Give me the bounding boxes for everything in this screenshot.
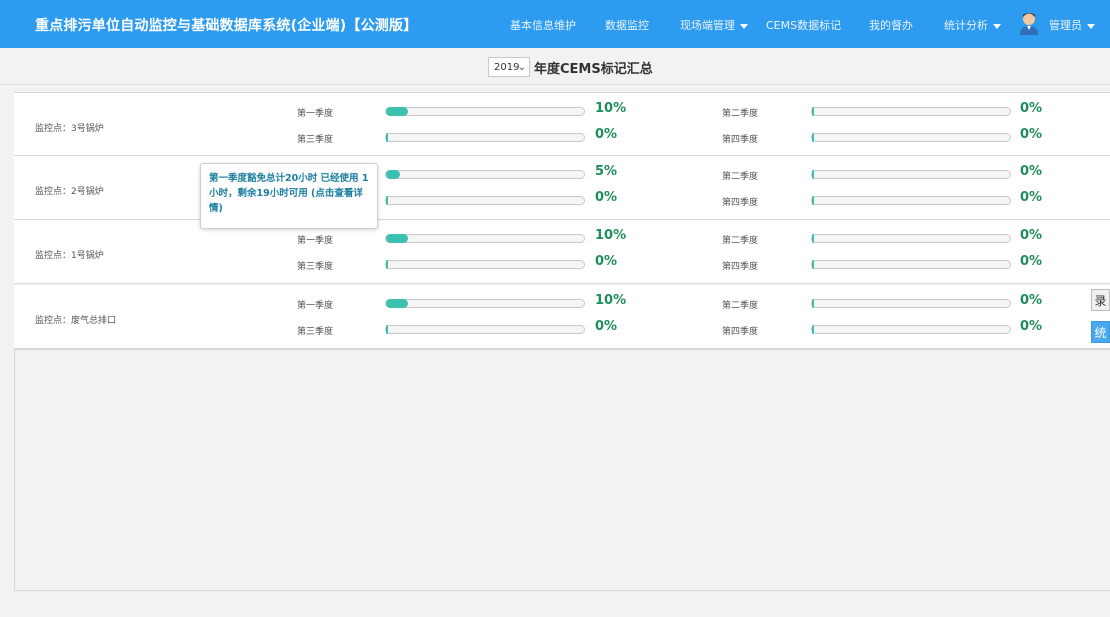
nav-item-data-monitoring[interactable]: 数据监控 (605, 17, 649, 33)
exemption-tooltip[interactable]: 第一季度豁免总计20小时 已经使用 1小时，剩余19小时可用 (点击查看详情) (200, 163, 378, 229)
monitoring-point-label: 监控点：废气总排口 (35, 316, 117, 326)
quarter-percent: 0% (1020, 228, 1043, 243)
quarter-progress-bar[interactable] (811, 260, 1011, 269)
nav-item-cems-marking[interactable]: CEMS数据标记 (766, 17, 841, 33)
progress-fill (812, 196, 814, 205)
table-row: 监控点：1号锅炉 第一季度 10% 第二季度 0% 第三季度 0% 第四季度 0% (14, 220, 1110, 284)
quarter-percent: 0% (1020, 293, 1043, 308)
monitoring-point-label: 监控点：1号锅炉 (35, 251, 104, 261)
progress-fill (386, 260, 388, 269)
quarter-progress-bar[interactable] (385, 170, 585, 179)
quarter-label: 第二季度 (722, 301, 759, 311)
table-row: 监控点：3号锅炉 第一季度 10% 第二季度 0% 第三季度 0% 第四季度 0% (14, 92, 1110, 156)
quarter-percent: 0% (1020, 164, 1043, 179)
quarter-percent: 10% (595, 228, 627, 243)
stats-button[interactable]: 统 (1091, 321, 1110, 343)
table-row: 监控点：2号锅炉第一季度5%第二季度0%第三季度0%第四季度0% (14, 156, 1110, 220)
nav-item-basic-info[interactable]: 基本信息维护 (510, 17, 576, 33)
record-button[interactable]: 录 (1091, 289, 1110, 311)
quarter-percent: 0% (1020, 127, 1043, 142)
quarter-progress-bar[interactable] (385, 107, 585, 116)
chevron-down-icon (740, 23, 748, 29)
progress-fill (812, 170, 814, 179)
quarter-percent: 0% (1020, 101, 1043, 116)
quarter-progress-bar[interactable] (385, 299, 585, 308)
empty-content-area (14, 349, 1110, 591)
quarter-label: 第一季度 (297, 109, 334, 119)
progress-fill (386, 234, 408, 243)
quarter-label: 第四季度 (722, 262, 759, 272)
quarter-label: 第三季度 (297, 327, 334, 337)
chevron-down-icon: ⌄ (517, 62, 526, 73)
nav-item-statistics[interactable]: 统计分析 (944, 17, 1001, 33)
quarter-label: 第三季度 (297, 135, 334, 145)
quarter-percent: 0% (1020, 254, 1043, 269)
quarter-progress-bar[interactable] (385, 133, 585, 142)
progress-fill (812, 107, 814, 116)
monitoring-point-label: 监控点：3号锅炉 (35, 124, 104, 134)
quarter-percent: 0% (595, 254, 618, 269)
quarter-progress-bar[interactable] (385, 234, 585, 243)
quarter-label: 第二季度 (722, 172, 759, 182)
nav-item-label: 基本信息维护 (510, 19, 576, 32)
quarter-progress-bar[interactable] (811, 107, 1011, 116)
chevron-down-icon (1087, 23, 1095, 29)
progress-fill (812, 325, 814, 334)
quarter-label: 第二季度 (722, 109, 759, 119)
page-title: 年度CEMS标记汇总 (534, 62, 653, 77)
nav-item-label: CEMS数据标记 (766, 19, 842, 32)
quarter-percent: 0% (595, 190, 618, 205)
quarter-progress-bar[interactable] (385, 325, 585, 334)
user-name: 管理员 (1049, 19, 1082, 32)
nav-item-my-supervision[interactable]: 我的督办 (869, 17, 913, 33)
quarter-progress-bar[interactable] (811, 299, 1011, 308)
progress-fill (812, 133, 814, 142)
progress-fill (812, 234, 814, 243)
table-row: 监控点：废气总排口 第一季度 10% 第二季度 0% 第三季度 0% 第四季度 0% (14, 285, 1110, 349)
nav-item-label: 我的督办 (869, 19, 913, 32)
quarter-label: 第四季度 (722, 135, 759, 145)
quarter-percent: 10% (595, 101, 627, 116)
progress-fill (812, 299, 814, 308)
progress-fill (386, 196, 388, 205)
quarter-progress-bar[interactable] (385, 260, 585, 269)
progress-fill (812, 260, 814, 269)
quarter-progress-bar[interactable] (385, 196, 585, 205)
quarter-label: 第四季度 (722, 198, 759, 208)
progress-fill (386, 170, 400, 179)
quarter-progress-bar[interactable] (811, 170, 1011, 179)
nav-item-label: 统计分析 (944, 19, 988, 32)
year-select[interactable]: 2019 ⌄ (488, 57, 530, 77)
quarter-percent: 0% (1020, 319, 1043, 334)
progress-fill (386, 299, 408, 308)
quarter-percent: 0% (1020, 190, 1043, 205)
monitoring-point-label: 监控点：2号锅炉 (35, 187, 104, 197)
quarter-percent: 0% (595, 319, 618, 334)
progress-fill (386, 133, 388, 142)
top-nav-bar: 重点排污单位自动监控与基础数据库系统(企业端)【公测版】 基本信息维护 数据监控… (0, 0, 1110, 48)
app-title: 重点排污单位自动监控与基础数据库系统(企业端)【公测版】 (35, 18, 418, 34)
year-summary-bar: 2019 ⌄ 年度CEMS标记汇总 (0, 48, 1110, 85)
user-avatar-icon[interactable] (1018, 11, 1040, 35)
quarter-label: 第一季度 (297, 236, 334, 246)
quarter-label: 第二季度 (722, 236, 759, 246)
quarter-label: 第四季度 (722, 327, 759, 337)
quarter-progress-bar[interactable] (811, 234, 1011, 243)
quarter-percent: 10% (595, 293, 627, 308)
progress-fill (386, 325, 388, 334)
nav-item-site-management[interactable]: 现场端管理 (680, 17, 748, 33)
quarter-progress-bar[interactable] (811, 325, 1011, 334)
chevron-down-icon (993, 23, 1001, 29)
quarter-percent: 0% (595, 127, 618, 142)
progress-fill (386, 107, 408, 116)
quarter-label: 第一季度 (297, 301, 334, 311)
nav-item-label: 数据监控 (605, 19, 649, 32)
quarter-progress-bar[interactable] (811, 196, 1011, 205)
nav-item-label: 现场端管理 (680, 19, 735, 32)
quarter-percent: 5% (595, 164, 618, 179)
user-menu[interactable]: 管理员 (1049, 17, 1095, 33)
year-select-value: 2019 (494, 62, 520, 73)
quarter-label: 第三季度 (297, 262, 334, 272)
quarter-progress-bar[interactable] (811, 133, 1011, 142)
